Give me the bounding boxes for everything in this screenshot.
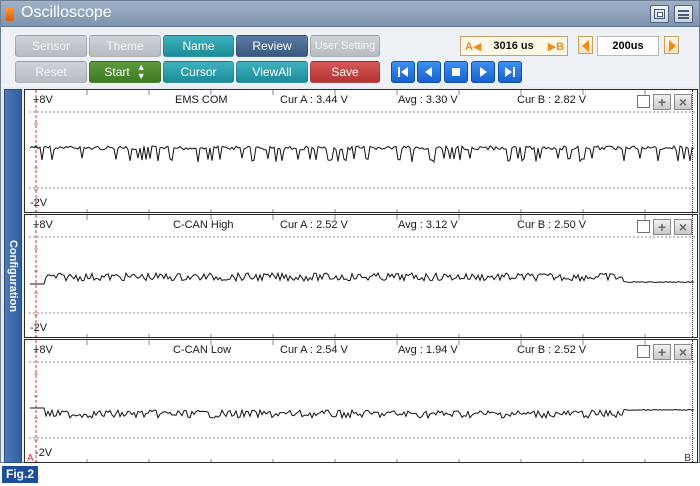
waveform-c-can-low xyxy=(29,340,695,462)
save-button[interactable]: Save xyxy=(310,61,380,83)
skip-first-icon[interactable] xyxy=(391,61,415,83)
cursor-b-value: Cur B : 2.52 V xyxy=(517,344,587,356)
user-setting-button[interactable]: User Setting xyxy=(310,35,380,57)
toolbar: Sensor Theme Name Review User Setting Re… xyxy=(1,27,699,87)
y-min-label: -2V xyxy=(35,447,53,459)
title-bar: Oscilloscope xyxy=(1,1,699,27)
average-value: Avg : 3.30 V xyxy=(398,94,458,106)
y-min-label: -2V xyxy=(30,197,48,209)
cursor-button[interactable]: Cursor xyxy=(163,61,234,83)
cursor-b-marker: ▶B xyxy=(547,40,565,53)
stop-icon[interactable] xyxy=(444,61,468,83)
cursor-a-value: Cur A : 3.44 V xyxy=(280,94,348,106)
start-button[interactable]: Start ▲ ▼ xyxy=(89,61,161,83)
cursor-a-marker: A◀ xyxy=(465,40,482,53)
close-icon[interactable]: × xyxy=(674,219,692,235)
time-div-decrease-icon[interactable] xyxy=(578,36,593,54)
cursor-time-value: 3016 us xyxy=(493,40,534,52)
channel-panel-ems-com[interactable]: +8V -2V EMS COM Cur A : 3.44 V Avg : 3.3… xyxy=(24,89,698,213)
cursor-a-marker[interactable]: A xyxy=(27,453,34,462)
viewall-button[interactable]: ViewAll xyxy=(236,61,308,83)
channel-checkbox[interactable] xyxy=(637,95,650,108)
figure-caption: Fig.2 xyxy=(2,466,39,483)
app-icon xyxy=(6,7,14,21)
average-value: Avg : 3.12 V xyxy=(398,219,458,231)
y-max-label: +8V xyxy=(33,94,53,106)
cursor-a-value: Cur A : 2.54 V xyxy=(280,344,348,356)
configuration-label: Configuration xyxy=(7,239,19,313)
oscilloscope-window: Oscilloscope Sensor Theme Name Review Us… xyxy=(0,0,700,463)
menu-icon[interactable] xyxy=(674,5,693,23)
y-max-label: +8V xyxy=(33,344,53,356)
cursor-b-line[interactable] xyxy=(692,90,693,212)
cursor-b-value: Cur B : 2.50 V xyxy=(517,219,587,231)
cursor-a-value: Cur A : 2.52 V xyxy=(280,219,348,231)
play-icon[interactable] xyxy=(471,61,495,83)
channel-panel-c-can-low[interactable]: +8V -2V C-CAN Low Cur A : 2.54 V Avg : 1… xyxy=(24,339,698,463)
zoom-in-icon[interactable]: + xyxy=(653,94,671,110)
plot-area: +8V -2V EMS COM Cur A : 3.44 V Avg : 3.3… xyxy=(24,89,698,463)
waveform-ems-com xyxy=(29,90,695,212)
cursor-b-line[interactable] xyxy=(692,340,693,462)
channel-checkbox[interactable] xyxy=(637,345,650,358)
close-icon[interactable]: × xyxy=(674,344,692,360)
cursor-time-field[interactable]: A◀ 3016 us ▶B xyxy=(460,36,568,56)
skip-last-icon[interactable] xyxy=(498,61,522,83)
sensor-button[interactable]: Sensor xyxy=(15,35,87,57)
name-button[interactable]: Name xyxy=(163,35,234,57)
cursor-b-marker[interactable]: B xyxy=(684,453,691,462)
zoom-in-icon[interactable]: + xyxy=(653,344,671,360)
reset-button[interactable]: Reset xyxy=(15,61,87,83)
channel-name: C-CAN Low xyxy=(173,344,232,356)
cursor-b-value: Cur B : 2.82 V xyxy=(517,94,587,106)
channel-checkbox[interactable] xyxy=(637,220,650,233)
zoom-in-icon[interactable]: + xyxy=(653,219,671,235)
window-title: Oscilloscope xyxy=(21,4,112,21)
review-button[interactable]: Review xyxy=(236,35,308,57)
cursor-b-line[interactable] xyxy=(692,215,693,337)
time-div-increase-icon[interactable] xyxy=(664,36,679,54)
channel-name: C-CAN High xyxy=(173,219,234,231)
average-value: Avg : 1.94 V xyxy=(398,344,458,356)
y-min-label: -2V xyxy=(30,322,48,334)
channel-name: EMS COM xyxy=(175,94,228,106)
waveform-c-can-high xyxy=(29,215,695,337)
restore-icon[interactable] xyxy=(650,5,669,23)
y-max-label: +8V xyxy=(33,219,53,231)
updown-icon: ▲ ▼ xyxy=(136,62,146,81)
time-div-field[interactable]: 200us xyxy=(597,36,659,56)
theme-button[interactable]: Theme xyxy=(89,35,161,57)
configuration-tab[interactable]: Configuration xyxy=(4,89,22,463)
channel-panel-c-can-high[interactable]: +8V -2V C-CAN High Cur A : 2.52 V Avg : … xyxy=(24,214,698,338)
step-back-icon[interactable] xyxy=(417,61,441,83)
start-button-label: Start xyxy=(104,65,130,79)
close-icon[interactable]: × xyxy=(674,94,692,110)
